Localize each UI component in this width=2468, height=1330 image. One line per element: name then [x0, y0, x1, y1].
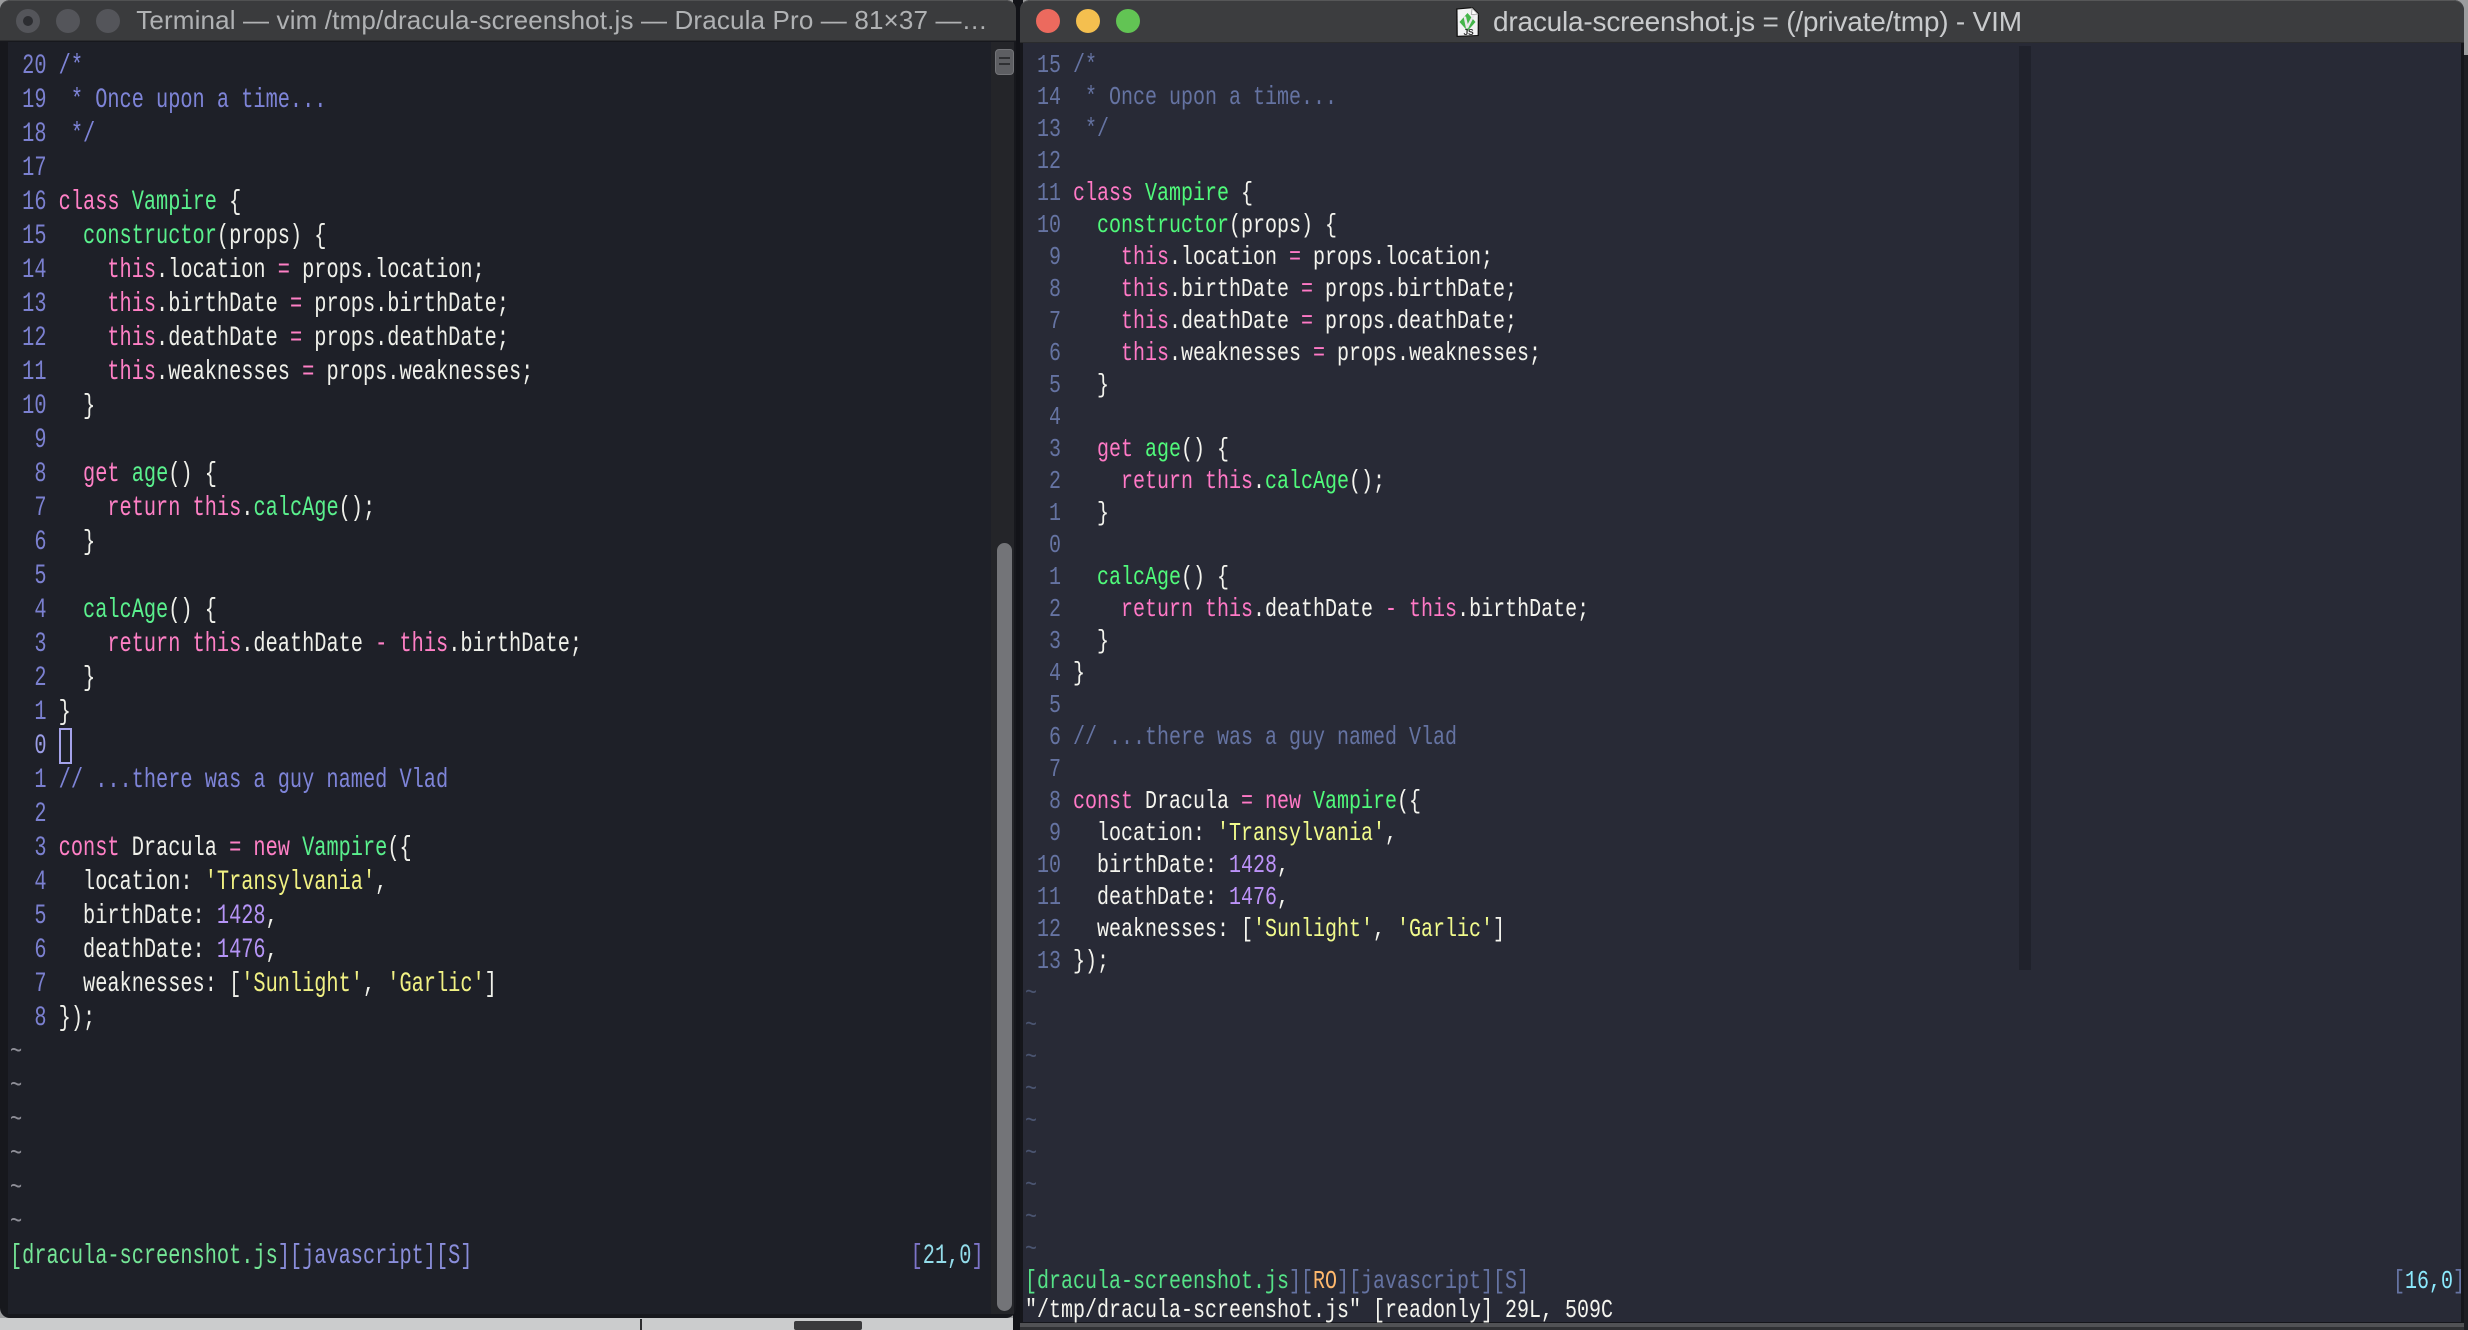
svg-text:JS: JS [1464, 27, 1475, 37]
